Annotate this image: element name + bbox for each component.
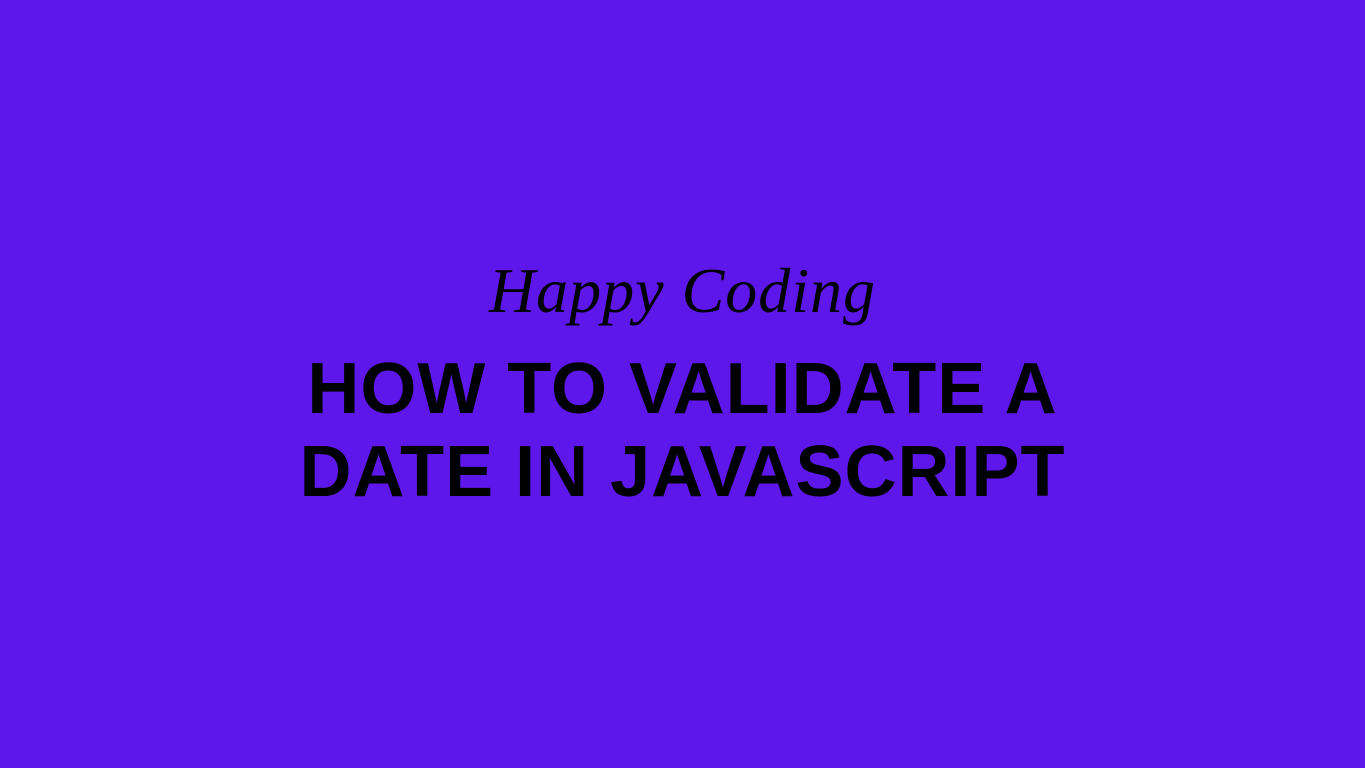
- headline-text: HOW TO VALIDATE A DATE IN JAVASCRIPT: [203, 348, 1163, 514]
- tagline-text: Happy Coding: [489, 254, 876, 328]
